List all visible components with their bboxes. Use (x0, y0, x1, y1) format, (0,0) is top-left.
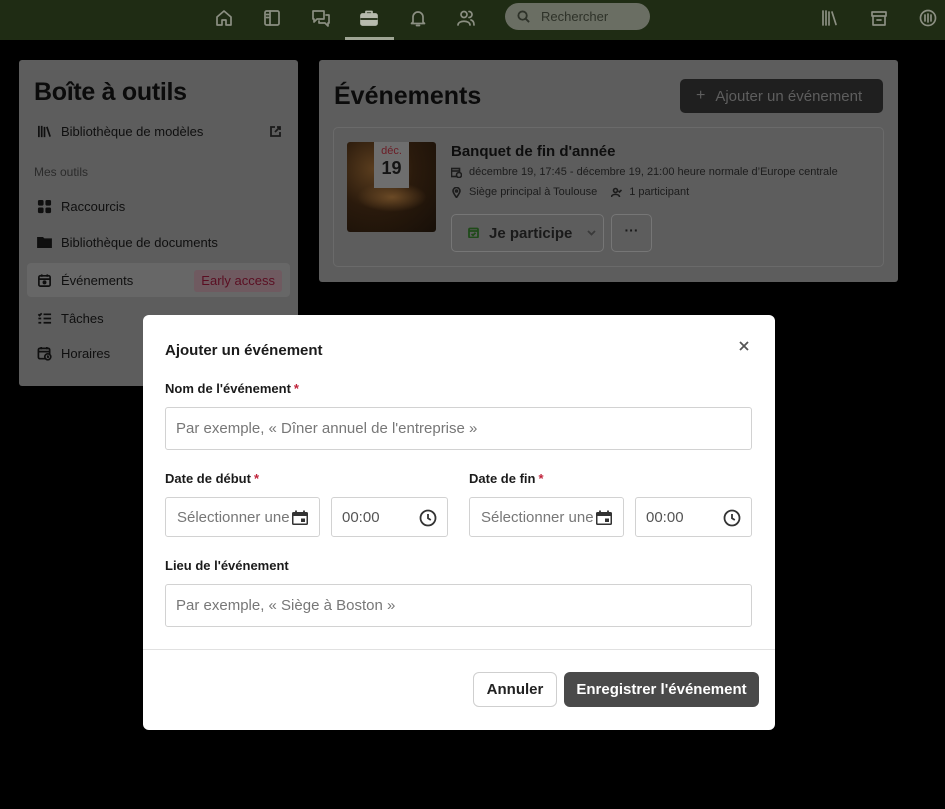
toolbox-icon[interactable] (357, 7, 381, 29)
participate-label: Je participe (489, 224, 573, 242)
event-name-input[interactable] (176, 420, 751, 437)
sidebar-item-label: Bibliothèque de modèles (61, 123, 204, 139)
required-marker: * (538, 471, 544, 486)
pin-icon (451, 186, 462, 198)
event-location-text: Siège principal à Toulouse (469, 186, 598, 198)
chevron-down-icon (586, 225, 597, 242)
participate-dropdown-button[interactable]: Je participe (451, 214, 604, 252)
calendar-icon (36, 272, 52, 288)
end-date-field[interactable] (469, 497, 624, 537)
search-icon (517, 10, 530, 23)
end-date-input[interactable] (481, 508, 596, 526)
people-icon[interactable] (454, 7, 478, 29)
search-input[interactable]: Rechercher (505, 3, 650, 30)
bell-icon[interactable] (406, 7, 430, 29)
sidebar-item-label: Horaires (61, 345, 111, 361)
events-panel: Événements + Ajouter un événement déc. 1… (319, 60, 898, 282)
schedule-icon (36, 345, 52, 361)
sidebar-item-template-library[interactable]: Bibliothèque de modèles (27, 114, 290, 148)
sidebar-item-label: Tâches (61, 310, 104, 326)
location-field[interactable] (165, 584, 752, 627)
plus-icon: + (696, 87, 706, 104)
sidebar-item-shortcuts[interactable]: Raccourcis (27, 189, 290, 223)
start-date-input[interactable] (177, 508, 292, 526)
event-time-text: décembre 19, 17:45 - décembre 19, 21:00 … (469, 166, 838, 178)
top-navigation-bar: Rechercher (0, 0, 945, 40)
start-date-label: Date de début * (165, 471, 260, 486)
external-link-icon[interactable] (269, 125, 282, 138)
event-card[interactable]: déc. 19 Banquet de fin d'année décembre … (333, 127, 884, 267)
required-marker: * (293, 381, 299, 396)
end-date-label: Date de fin * (469, 471, 544, 486)
grid-icon (36, 198, 52, 214)
event-participants: 1 participant (611, 186, 689, 198)
event-name[interactable]: Banquet de fin d'année (451, 143, 615, 160)
end-time-value: 00:00 (646, 508, 684, 526)
event-month: déc. (381, 145, 402, 157)
cancel-button[interactable]: Annuler (473, 672, 557, 707)
sidebar-item-label: Bibliothèque de documents (61, 234, 218, 250)
event-image: déc. 19 (347, 142, 436, 232)
settings-icon[interactable] (916, 7, 940, 29)
event-name-label: Nom de l'événement * (165, 381, 299, 396)
start-date-field[interactable] (165, 497, 320, 537)
save-event-button[interactable]: Enregistrer l'événement (564, 672, 759, 707)
add-event-label: Ajouter un événement (715, 87, 863, 105)
event-time: décembre 19, 17:45 - décembre 19, 21:00 … (451, 166, 838, 178)
location-label: Lieu de l'événement (165, 558, 289, 573)
calendar-check-icon (468, 225, 479, 242)
sidebar-item-document-library[interactable]: Bibliothèque de documents (27, 225, 290, 259)
person-check-icon (611, 187, 623, 198)
calendar-icon[interactable] (595, 510, 613, 526)
sidebar-item-events[interactable]: Événements Early access (27, 263, 290, 297)
sidebar-item-label: Raccourcis (61, 198, 126, 214)
close-icon[interactable] (738, 339, 750, 351)
search-placeholder: Rechercher (541, 9, 609, 24)
store-icon[interactable] (867, 7, 891, 29)
clock-icon[interactable] (419, 509, 437, 527)
clock-icon[interactable] (723, 509, 741, 527)
event-day: 19 (381, 158, 402, 178)
dialog-title: Ajouter un événement (165, 342, 323, 359)
event-date-badge: déc. 19 (374, 142, 409, 188)
add-event-dialog: Ajouter un événement Nom de l'événement *… (143, 315, 775, 730)
library-icon[interactable] (818, 7, 842, 29)
library-icon (36, 123, 52, 139)
start-time-value: 00:00 (342, 508, 380, 526)
calendar-clock-icon (451, 167, 462, 178)
end-time-field[interactable]: 00:00 (635, 497, 752, 537)
early-access-badge: Early access (194, 270, 282, 292)
event-name-field[interactable] (165, 407, 752, 450)
calendar-icon[interactable] (291, 510, 309, 526)
chat-icon[interactable] (309, 7, 333, 29)
sidebar-icon[interactable] (260, 7, 284, 29)
more-options-button[interactable]: ··· (611, 214, 652, 252)
sidebar-item-label: Événements (61, 272, 134, 288)
section-label: Mes outils (34, 165, 89, 179)
folder-icon (36, 234, 52, 250)
active-nav-indicator (345, 37, 394, 40)
required-marker: * (253, 471, 260, 486)
event-participants-text: 1 participant (629, 186, 690, 198)
add-event-button[interactable]: + Ajouter un événement (680, 79, 883, 113)
start-time-field[interactable]: 00:00 (331, 497, 448, 537)
location-input[interactable] (176, 597, 751, 614)
dialog-divider (143, 649, 775, 650)
event-location: Siège principal à Toulouse 1 participant (451, 186, 689, 198)
home-icon[interactable] (212, 7, 236, 29)
sidebar-title: Boîte à outils (34, 78, 187, 106)
page-title: Événements (334, 82, 482, 110)
checklist-icon (36, 310, 52, 326)
